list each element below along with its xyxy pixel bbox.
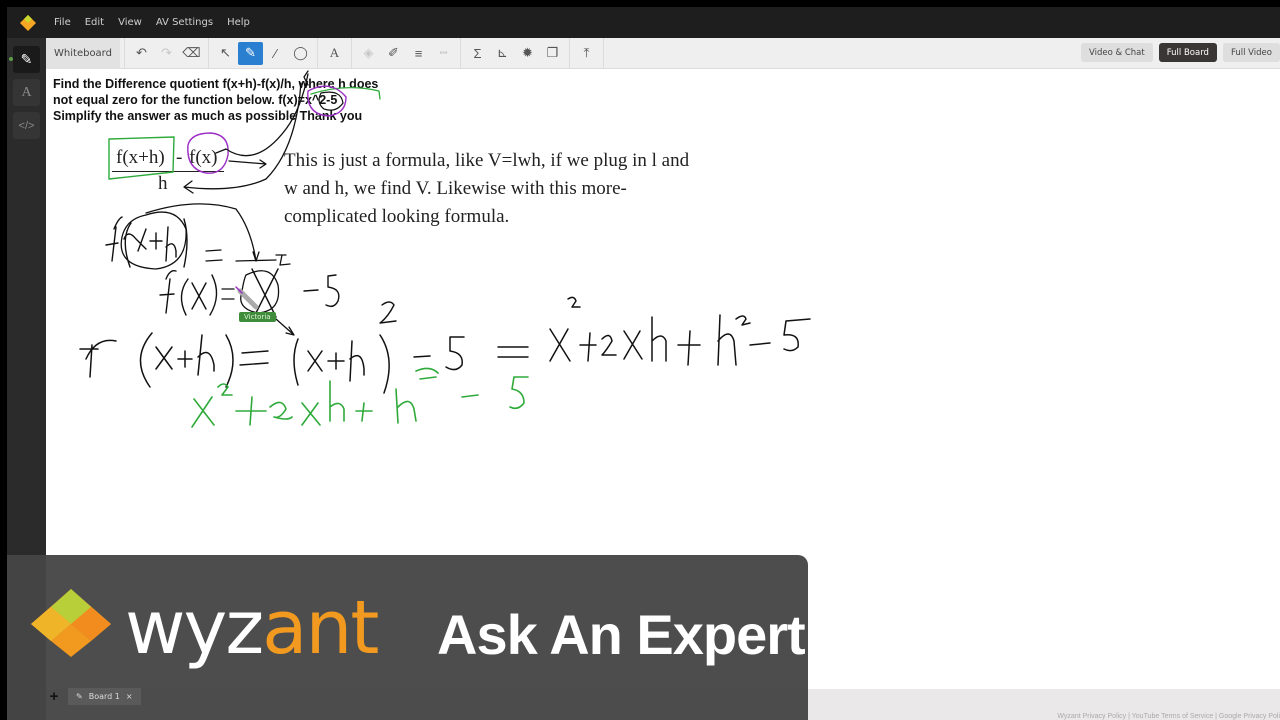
code-icon: </> [18,119,35,132]
divider [603,37,604,69]
ink-big-line [79,332,234,388]
sigma-icon: Σ [473,45,482,61]
divider [208,37,209,69]
video-chat-button[interactable]: Video & Chat [1081,43,1153,62]
ink-minus-5b [413,336,465,371]
ink-green-circle-top [318,91,344,111]
wyzant-wordmark: wyzant [125,591,379,665]
line-icon: ∕ [274,45,277,61]
whiteboard-toolbar: Whiteboard ↶ ↷ ⌫ ↖ ✎ ∕ ◯ A ◈ ✐ ≡ ┅ Σ ⊾ ✹… [46,37,1280,69]
menu-help[interactable]: Help [227,17,250,28]
ink-sq-1 [379,301,397,324]
undo-button[interactable]: ↶ [129,42,154,65]
upload-button[interactable]: ⤒ [574,42,599,65]
menu-edit[interactable]: Edit [85,17,104,28]
ink-dash-1 [235,254,291,266]
menu-bar: File Edit View AV Settings Help [7,7,1280,38]
upload-icon: ⤒ [583,45,590,60]
line-width-icon: ≡ [414,45,423,61]
ink-green-result [191,367,529,428]
ink-plus-2xh [579,316,667,362]
line-button[interactable]: ∕ [263,42,288,65]
cursor-icon: ↖ [220,45,231,60]
board-tab[interactable]: ✎ Board 1 × [68,688,141,705]
banner-tagline: Ask An Expert [437,603,806,666]
ink-arrow-2 [228,159,267,169]
ink-eq-3 [239,350,269,366]
dashed-line-icon: ┅ [439,45,448,60]
pencil-color-icon: ✐ [388,45,399,60]
select-button[interactable]: ↖ [213,42,238,65]
whiteboard-icon: ✎ [20,51,33,67]
shape-button[interactable]: ◯ [288,42,313,65]
full-board-button[interactable]: Full Board [1158,43,1217,62]
menu-file[interactable]: File [54,17,71,28]
wyzant-logo-icon [31,589,111,657]
text-tool-button[interactable]: A [322,42,347,65]
layers-button[interactable]: ❐ [540,42,565,65]
pencil-icon: ✎ [76,692,83,701]
ink-arrow-3 [183,82,302,194]
equation-button[interactable]: Σ [465,42,490,65]
settings-button[interactable]: ✹ [515,42,540,65]
wordmark-main: wyz [125,585,264,671]
graph-icon: ⊾ [497,45,508,60]
add-board-button[interactable]: + [46,688,62,705]
ink-purple-circle-top [307,85,347,117]
divider [351,37,352,69]
ink-eq-4 [497,346,529,358]
full-video-button[interactable]: Full Video [1222,43,1280,62]
ink-plus-h2 [677,314,751,366]
divider [124,37,125,69]
undo-icon: ↶ [136,45,147,60]
fill-bucket-icon: ◈ [363,45,374,60]
ink-f-x [159,269,218,316]
eraser-button[interactable]: ⌫ [179,42,204,65]
layers-icon: ❐ [546,45,559,60]
stroke-color-button[interactable]: ✐ [381,42,406,65]
divider [317,37,318,69]
divider [460,37,461,69]
ink-green-box [108,136,175,180]
line-width-button[interactable]: ≡ [406,42,431,65]
ink-x2 [549,296,581,362]
menu-view[interactable]: View [118,17,142,28]
wordmark-accent: ant [262,585,379,671]
ink-arrow-down [275,318,295,336]
menu-av-settings[interactable]: AV Settings [156,17,213,28]
text-icon: A [21,84,32,100]
ink-eq-1 [205,249,223,262]
graph-button[interactable]: ⊾ [490,42,515,65]
ink-arrow-1 [215,70,309,157]
fill-color-button[interactable]: ◈ [356,42,381,65]
collaborator-cursor-label: Victoria [239,312,276,322]
ink-paren-xh2 [293,334,390,394]
rail-whiteboard-button[interactable]: ✎ [13,46,40,73]
eraser-icon: ⌫ [182,45,201,60]
tab-whiteboard[interactable]: Whiteboard [46,37,120,69]
line-style-button[interactable]: ┅ [431,42,456,65]
ink-f-xh [105,216,188,268]
footer-links[interactable]: Wyzant Privacy Policy | YouTube Terms of… [1057,713,1280,720]
redo-icon: ↷ [161,45,172,60]
close-icon[interactable]: × [126,692,133,701]
view-mode-group: Video & Chat Full Board Full Video [1081,43,1280,62]
ink-minus-5c [749,318,811,352]
rail-text-button[interactable]: A [13,79,40,106]
text-icon: A [329,45,340,60]
pen-button[interactable]: ✎ [238,41,263,65]
ink-eq-2 [221,288,235,300]
app-logo-icon [20,14,36,31]
circle-icon: ◯ [293,45,308,60]
ink-minus-5 [303,274,340,308]
ink-purple-circle-fx [187,132,229,174]
board-tab-label: Board 1 [88,692,120,701]
gear-icon: ✹ [522,45,533,60]
rail-code-button[interactable]: </> [13,112,40,139]
redo-button[interactable]: ↷ [154,42,179,65]
pen-icon: ✎ [245,45,256,60]
divider [569,37,570,69]
board-tabs: + ✎ Board 1 × [46,688,141,705]
